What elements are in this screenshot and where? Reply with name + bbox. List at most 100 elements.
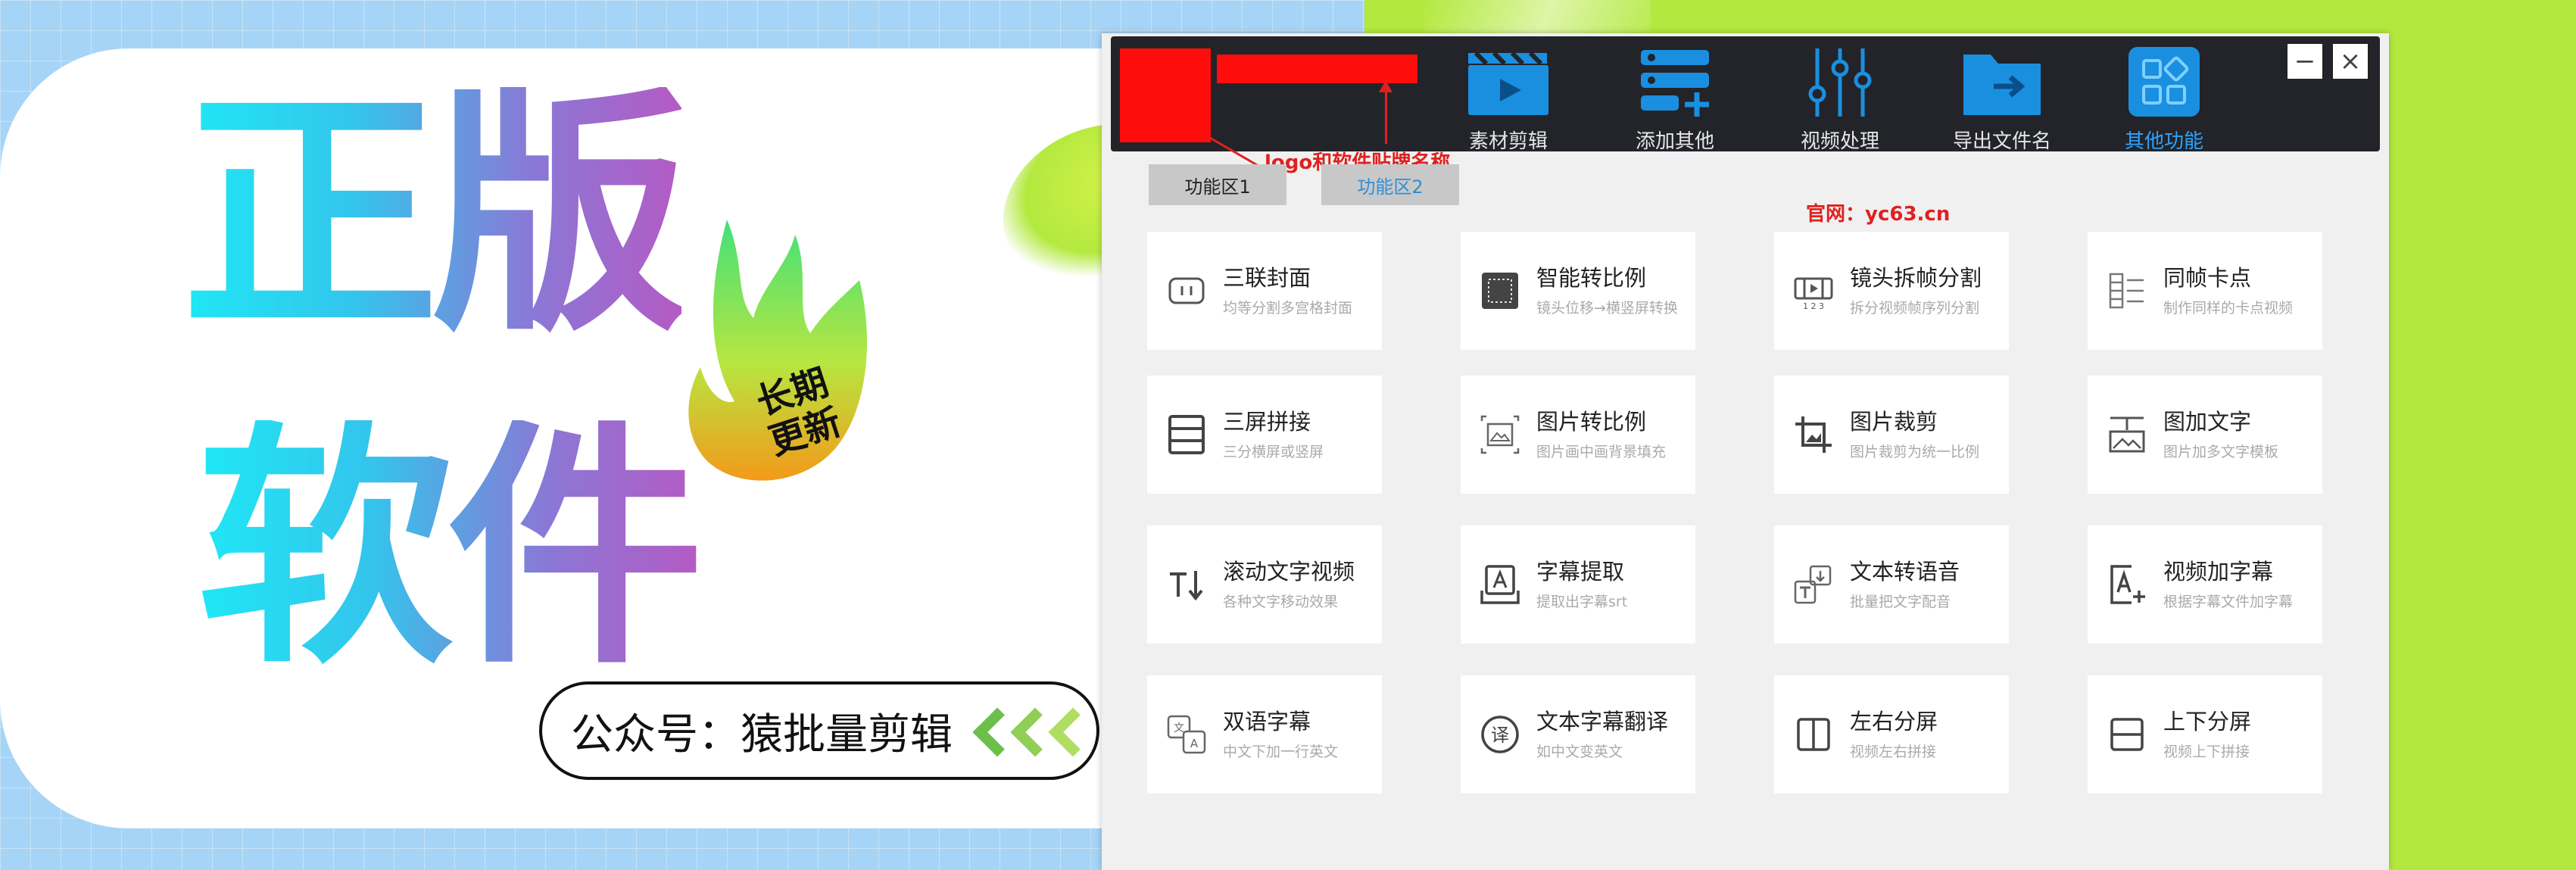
toolbar-add-other[interactable]: 添加其他: [1603, 47, 1747, 153]
toolbar-label: 视频处理: [1800, 130, 1879, 153]
beat-sync-icon: [2109, 273, 2144, 309]
svg-text:1 2 3: 1 2 3: [1803, 301, 1824, 311]
logo-placeholder: [1120, 48, 1211, 142]
image-crop-icon: [1795, 416, 1832, 453]
clapperboard-icon: [1468, 51, 1548, 115]
arrow-up-icon: [1379, 80, 1392, 144]
toolbar-label: 添加其他: [1635, 130, 1714, 153]
feature-title: 同帧卡点: [2163, 265, 2252, 292]
feature-title: 镜头拆帧分割: [1850, 265, 1982, 292]
feature-subtitle: 批量把文字配音: [1850, 593, 1951, 610]
bilingual-icon: 文 A: [1167, 715, 1206, 754]
feature-title: 图片裁剪: [1850, 409, 1938, 435]
feature-title: 三联封面: [1223, 265, 1311, 292]
feature-subtitle: 均等分割多宫格封面: [1223, 299, 1353, 317]
feature-title: 文本字幕翻译: [1536, 709, 1669, 735]
feature-scroll-text[interactable]: 滚动文字视频 各种文字移动效果: [1147, 525, 1382, 644]
feature-smart-ratio[interactable]: 智能转比例 镜头位移→横竖屏转换: [1461, 232, 1695, 350]
account-pill: 公众号：猿批量剪辑: [539, 681, 1099, 780]
feature-subtitle: 如中文变英文: [1536, 743, 1623, 760]
svg-text:译: 译: [1491, 725, 1509, 746]
app-window: 素材剪辑 添加其他 视频处理 导出文件名 其他功能 − × logo和软件贴牌名…: [1102, 33, 2389, 870]
feature-subtitle: 各种文字移动效果: [1223, 593, 1339, 610]
poster-title-line2: 软件: [197, 399, 704, 699]
add-stack-icon: [1641, 50, 1709, 117]
feature-subtitle: 拆分视频帧序列分割: [1850, 299, 1980, 317]
feature-title: 上下分屏: [2163, 709, 2252, 735]
chevron-left-icon: [1042, 707, 1077, 757]
triple-cover-icon: [1168, 277, 1205, 304]
feature-subtitle: 制作同样的卡点视频: [2163, 299, 2294, 317]
feature-subtitle: 镜头位移→横竖屏转换: [1536, 299, 1678, 317]
feature-split-top-bottom[interactable]: 上下分屏 视频上下拼接: [2088, 675, 2322, 794]
feature-text-to-speech[interactable]: 文本转语音 批量把文字配音: [1774, 525, 2009, 644]
toolbar-material-edit[interactable]: 素材剪辑: [1436, 47, 1580, 153]
feature-subtitle: 图片裁剪为统一比例: [1850, 443, 1980, 460]
feature-subtitle: 根据字幕文件加字幕: [2163, 593, 2294, 610]
feature-image-crop[interactable]: 图片裁剪 图片裁剪为统一比例: [1774, 376, 2009, 494]
scroll-text-icon: [1170, 571, 1203, 601]
site-label: 官网：yc63.cn: [1806, 203, 1951, 226]
sliders-icon: [1808, 48, 1872, 117]
feature-title: 滚动文字视频: [1223, 559, 1355, 585]
toolbar-label: 导出文件名: [1952, 130, 2051, 153]
translate-icon: 译: [1481, 716, 1519, 753]
apps-icon: [2128, 47, 2200, 117]
feature-image-text[interactable]: 图加文字 图片加多文字模板: [2088, 376, 2322, 494]
feature-split-left-right[interactable]: 左右分屏 视频左右拼接: [1774, 675, 2009, 794]
add-subtitle-icon: [2110, 565, 2145, 604]
feature-subtitle: 图片加多文字模板: [2163, 443, 2279, 460]
feature-subtitle: 提取出字幕srt: [1536, 593, 1628, 610]
tab-function-area-1[interactable]: 功能区1: [1149, 164, 1286, 205]
svg-text:文: 文: [1174, 722, 1184, 734]
image-text-icon: [2109, 416, 2145, 453]
feature-triple-cover[interactable]: 三联封面 均等分割多宫格封面: [1147, 232, 1382, 350]
minimize-button[interactable]: −: [2286, 42, 2324, 80]
account-label: 公众号：猿批量剪辑: [571, 709, 953, 759]
tab-function-area-2[interactable]: 功能区2: [1321, 164, 1459, 205]
feature-title: 图片转比例: [1536, 409, 1647, 435]
feature-subtitle-extract[interactable]: 字幕提取 提取出字幕srt: [1461, 525, 1695, 644]
three-screen-icon: [1168, 415, 1205, 454]
chevron-left-icon: [966, 707, 1001, 757]
feature-image-ratio[interactable]: 图片转比例 图片画中画背景填充: [1461, 376, 1695, 494]
feature-subtitle: 中文下加一行英文: [1223, 743, 1339, 760]
feature-subtitle: 图片画中画背景填充: [1536, 443, 1667, 460]
feature-title: 左右分屏: [1850, 709, 1938, 735]
toolbar-label: 素材剪辑: [1468, 130, 1548, 153]
feature-title: 三屏拼接: [1223, 409, 1311, 435]
poster-title-line1: 正版: [182, 66, 689, 366]
feature-title: 智能转比例: [1536, 265, 1647, 292]
frame-split-icon: 1 2 3: [1794, 277, 1833, 311]
folder-export-icon: [1963, 55, 2041, 115]
app-titlebar: 素材剪辑 添加其他 视频处理 导出文件名 其他功能 − ×: [1111, 36, 2380, 173]
toolbar-export-filename[interactable]: 导出文件名: [1930, 47, 2074, 153]
toolbar-label: 其他功能: [2124, 130, 2203, 153]
chevrons-icon: [966, 707, 1077, 757]
smart-ratio-icon: [1482, 273, 1518, 309]
app-name-placeholder: [1217, 55, 1417, 83]
feature-subtitle: 视频左右拼接: [1850, 743, 1937, 760]
chevron-left-icon: [1004, 707, 1039, 757]
toolbar-other-functions[interactable]: 其他功能: [2092, 47, 2236, 153]
feature-translate[interactable]: 译 文本字幕翻译 如中文变英文: [1461, 675, 1695, 794]
text-to-speech-icon: [1794, 565, 1832, 604]
split-lr-icon: [1797, 718, 1830, 751]
feature-frame-split[interactable]: 1 2 3 镜头拆帧分割 拆分视频帧序列分割: [1774, 232, 2009, 350]
feature-subtitle: 三分横屏或竖屏: [1223, 443, 1324, 460]
feature-title: 文本转语音: [1850, 559, 1960, 585]
close-button[interactable]: ×: [2331, 42, 2369, 80]
split-tb-icon: [2110, 718, 2144, 751]
feature-bilingual[interactable]: 文 A 双语字幕 中文下加一行英文: [1147, 675, 1382, 794]
feature-three-screen[interactable]: 三屏拼接 三分横屏或竖屏: [1147, 376, 1382, 494]
feature-subtitle: 视频上下拼接: [2163, 743, 2250, 760]
subtitle-extract-icon: [1480, 565, 1520, 604]
feature-beat-sync[interactable]: 同帧卡点 制作同样的卡点视频: [2088, 232, 2322, 350]
feature-title: 字幕提取: [1536, 559, 1625, 585]
svg-text:A: A: [1190, 737, 1199, 750]
toolbar-video-process[interactable]: 视频处理: [1768, 47, 1912, 153]
feature-title: 双语字幕: [1223, 709, 1311, 735]
feature-add-subtitle[interactable]: 视频加字幕 根据字幕文件加字幕: [2088, 525, 2322, 644]
feature-title: 图加文字: [2163, 409, 2252, 435]
feature-title: 视频加字幕: [2163, 559, 2274, 585]
